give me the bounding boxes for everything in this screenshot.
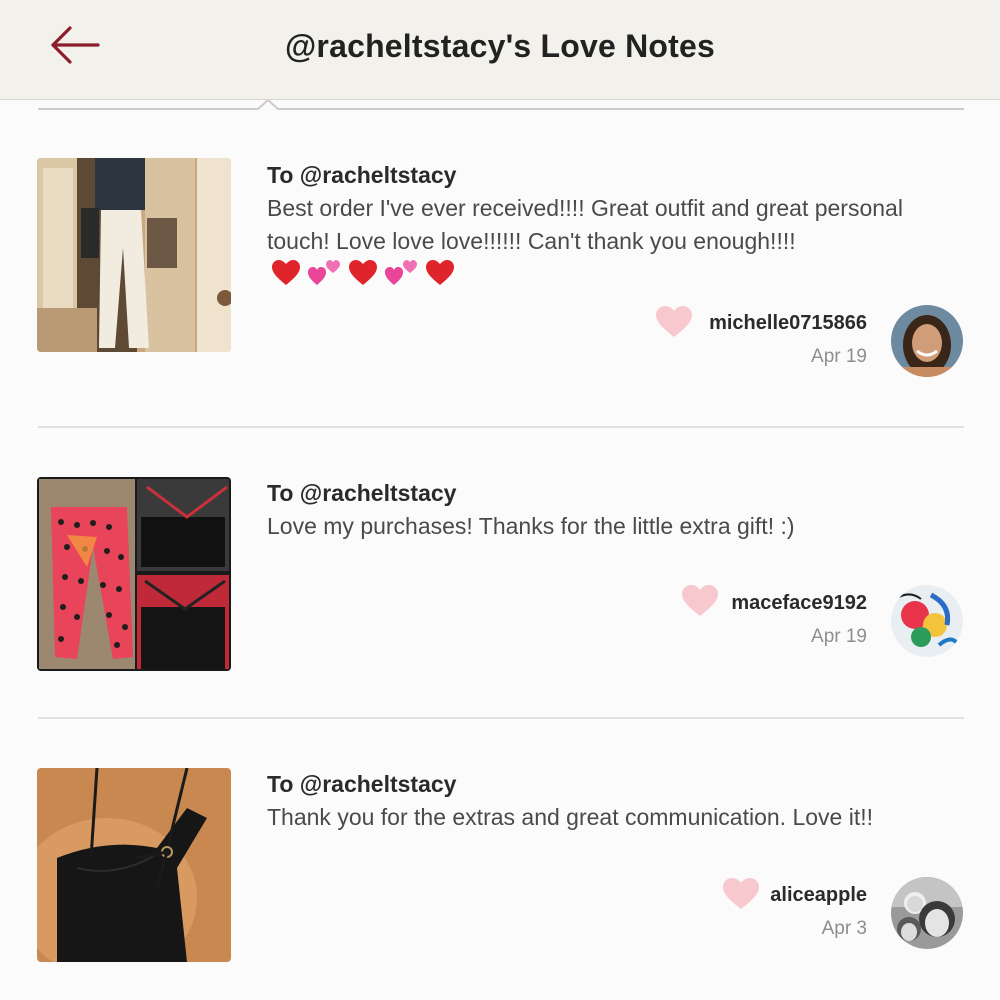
like-heart-icon[interactable] <box>655 305 693 339</box>
note-date: Apr 3 <box>821 918 867 939</box>
author-username[interactable]: michelle0715866 <box>709 312 867 335</box>
note-recipient: To @racheltstacy <box>267 162 457 188</box>
emoji-row <box>271 259 455 296</box>
note-message: Love my purchases! Thanks for the little… <box>267 510 957 543</box>
note-message: Best order I've ever received!!!! Great … <box>267 192 957 296</box>
note-message: Thank you for the extras and great commu… <box>267 801 957 834</box>
note-divider <box>38 717 964 719</box>
note-recipient: To @racheltstacy <box>267 771 457 797</box>
like-heart-icon[interactable] <box>681 584 719 618</box>
red-heart-icon <box>425 260 454 285</box>
note-message-text: Thank you for the extras and great commu… <box>267 804 873 830</box>
avatar[interactable] <box>891 877 963 949</box>
author-username[interactable]: maceface9192 <box>731 592 867 615</box>
app-header: @racheltstacy's Love Notes <box>0 0 1000 100</box>
note-photo[interactable] <box>37 477 231 671</box>
note-message-text: Best order I've ever received!!!! Great … <box>267 195 903 254</box>
author-username[interactable]: aliceapple <box>770 884 867 907</box>
page-title: @racheltstacy's Love Notes <box>285 28 715 64</box>
note-photo[interactable] <box>37 158 231 352</box>
note-date: Apr 19 <box>811 346 867 367</box>
red-heart-icon <box>272 260 300 285</box>
note-divider <box>38 426 964 428</box>
note-message-text: Love my purchases! Thanks for the little… <box>267 513 795 539</box>
red-heart-icon <box>348 260 377 285</box>
header-pointer-divider <box>38 100 964 110</box>
like-heart-icon[interactable] <box>722 877 760 911</box>
note-photo[interactable] <box>37 768 231 962</box>
avatar[interactable] <box>891 305 963 377</box>
note-date: Apr 19 <box>811 626 867 647</box>
note-recipient: To @racheltstacy <box>267 480 457 506</box>
avatar[interactable] <box>891 585 963 657</box>
two-hearts-icon <box>308 260 341 285</box>
two-hearts-icon <box>385 260 418 285</box>
